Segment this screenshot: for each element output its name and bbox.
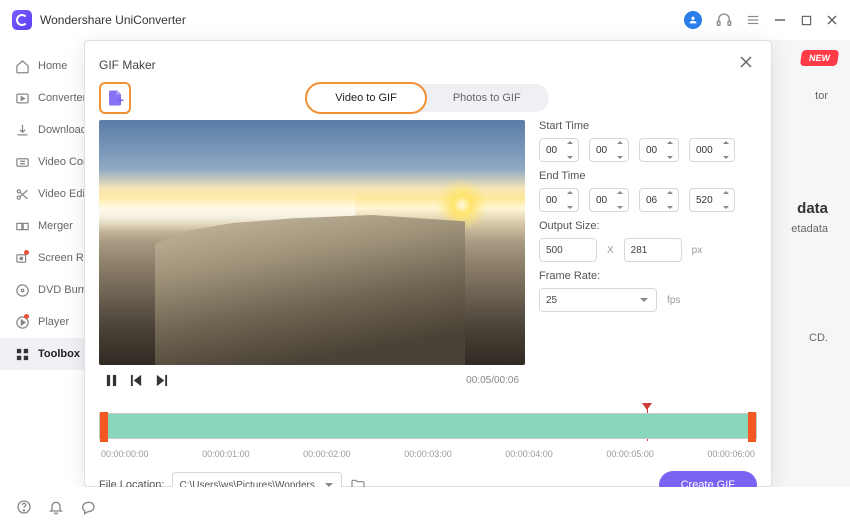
end-ms-input[interactable]: 520 — [689, 188, 735, 212]
bg-text: data — [797, 200, 828, 217]
pause-button[interactable] — [105, 374, 118, 387]
tab-photos-to-gif[interactable]: Photos to GIF — [425, 84, 549, 112]
output-width-input[interactable]: 500 — [539, 238, 597, 262]
headset-icon[interactable] — [716, 12, 732, 28]
rate-unit: fps — [667, 295, 680, 306]
scissors-icon — [14, 186, 30, 202]
user-avatar[interactable] — [684, 11, 702, 29]
sidebar-item-compressor[interactable]: Video Compressor — [0, 146, 90, 178]
modal-title: GIF Maker — [99, 58, 156, 72]
end-ss-input[interactable]: 06 — [639, 188, 679, 212]
sidebar-item-label: Merger — [38, 220, 73, 232]
sidebar: Home Converter Downloader Video Compress… — [0, 40, 90, 487]
prev-frame-button[interactable] — [130, 374, 143, 387]
trim-handle-left[interactable] — [100, 412, 108, 442]
bg-text: CD. — [809, 332, 828, 344]
size-unit: px — [692, 245, 703, 256]
hamburger-icon[interactable] — [746, 13, 760, 27]
sidebar-item-label: Video Editor — [38, 188, 90, 200]
app-logo — [12, 10, 32, 30]
feedback-icon[interactable] — [80, 499, 96, 515]
sidebar-item-home[interactable]: Home — [0, 50, 90, 82]
sidebar-item-label: Converter — [38, 92, 86, 104]
timeline-ruler: 00:00:00:00 00:00:01:00 00:00:02:00 00:0… — [99, 449, 757, 459]
end-mm-input[interactable]: 00 — [589, 188, 629, 212]
sidebar-item-label: Video Compressor — [38, 156, 90, 168]
converter-icon — [14, 90, 30, 106]
file-plus-icon — [106, 89, 124, 107]
mode-tabs: Video to GIF Photos to GIF — [307, 84, 548, 112]
sidebar-item-label: Player — [38, 316, 69, 328]
new-badge: NEW — [800, 50, 839, 66]
close-modal-button[interactable] — [735, 51, 757, 78]
close-window-button[interactable] — [826, 14, 838, 26]
compress-icon — [14, 154, 30, 170]
maximize-button[interactable] — [800, 14, 812, 26]
start-mm-input[interactable]: 00 — [589, 138, 629, 162]
gif-maker-modal: GIF Maker Video to GIF Photos to GIF — [84, 40, 772, 487]
sidebar-item-label: Screen Recorder — [38, 252, 90, 264]
frame-rate-select[interactable]: 25 — [539, 288, 657, 312]
start-ss-input[interactable]: 00 — [639, 138, 679, 162]
end-hh-input[interactable]: 00 — [539, 188, 579, 212]
bell-icon[interactable] — [48, 499, 64, 515]
tab-video-to-gif[interactable]: Video to GIF — [305, 82, 427, 114]
sidebar-item-downloader[interactable]: Downloader — [0, 114, 90, 146]
notification-dot — [24, 314, 29, 319]
sidebar-item-label: Toolbox — [38, 348, 80, 360]
bg-text: etadata — [791, 223, 828, 235]
sidebar-item-player[interactable]: Player — [0, 306, 90, 338]
end-time-label: End Time — [539, 170, 757, 182]
sidebar-item-merger[interactable]: Merger — [0, 210, 90, 242]
output-size-label: Output Size: — [539, 220, 757, 232]
video-preview[interactable] — [99, 120, 525, 365]
minimize-button[interactable] — [774, 14, 786, 26]
grid-icon — [14, 346, 30, 362]
sidebar-item-converter[interactable]: Converter — [0, 82, 90, 114]
sidebar-item-editor[interactable]: Video Editor — [0, 178, 90, 210]
size-separator: X — [607, 245, 614, 256]
start-hh-input[interactable]: 00 — [539, 138, 579, 162]
merge-icon — [14, 218, 30, 234]
add-file-button[interactable] — [99, 82, 131, 114]
output-height-input[interactable]: 281 — [624, 238, 682, 262]
timeline-track[interactable] — [99, 413, 757, 439]
trim-handle-right[interactable] — [748, 412, 756, 442]
bg-text: tor — [815, 90, 828, 102]
start-ms-input[interactable]: 000 — [689, 138, 735, 162]
download-icon — [14, 122, 30, 138]
playback-time: 00:05/00:06 — [466, 375, 519, 386]
sidebar-item-label: DVD Burner — [38, 284, 90, 296]
notification-dot — [24, 250, 29, 255]
app-title: Wondershare UniConverter — [40, 13, 684, 27]
sidebar-item-toolbox[interactable]: Toolbox — [0, 338, 90, 370]
help-icon[interactable] — [16, 499, 32, 515]
sidebar-item-label: Home — [38, 60, 67, 72]
sidebar-item-dvd[interactable]: DVD Burner — [0, 274, 90, 306]
sidebar-item-label: Downloader — [38, 124, 90, 136]
next-frame-button[interactable] — [155, 374, 168, 387]
home-icon — [14, 58, 30, 74]
frame-rate-label: Frame Rate: — [539, 270, 757, 282]
start-time-label: Start Time — [539, 120, 757, 132]
disc-icon — [14, 282, 30, 298]
sidebar-item-recorder[interactable]: Screen Recorder — [0, 242, 90, 274]
